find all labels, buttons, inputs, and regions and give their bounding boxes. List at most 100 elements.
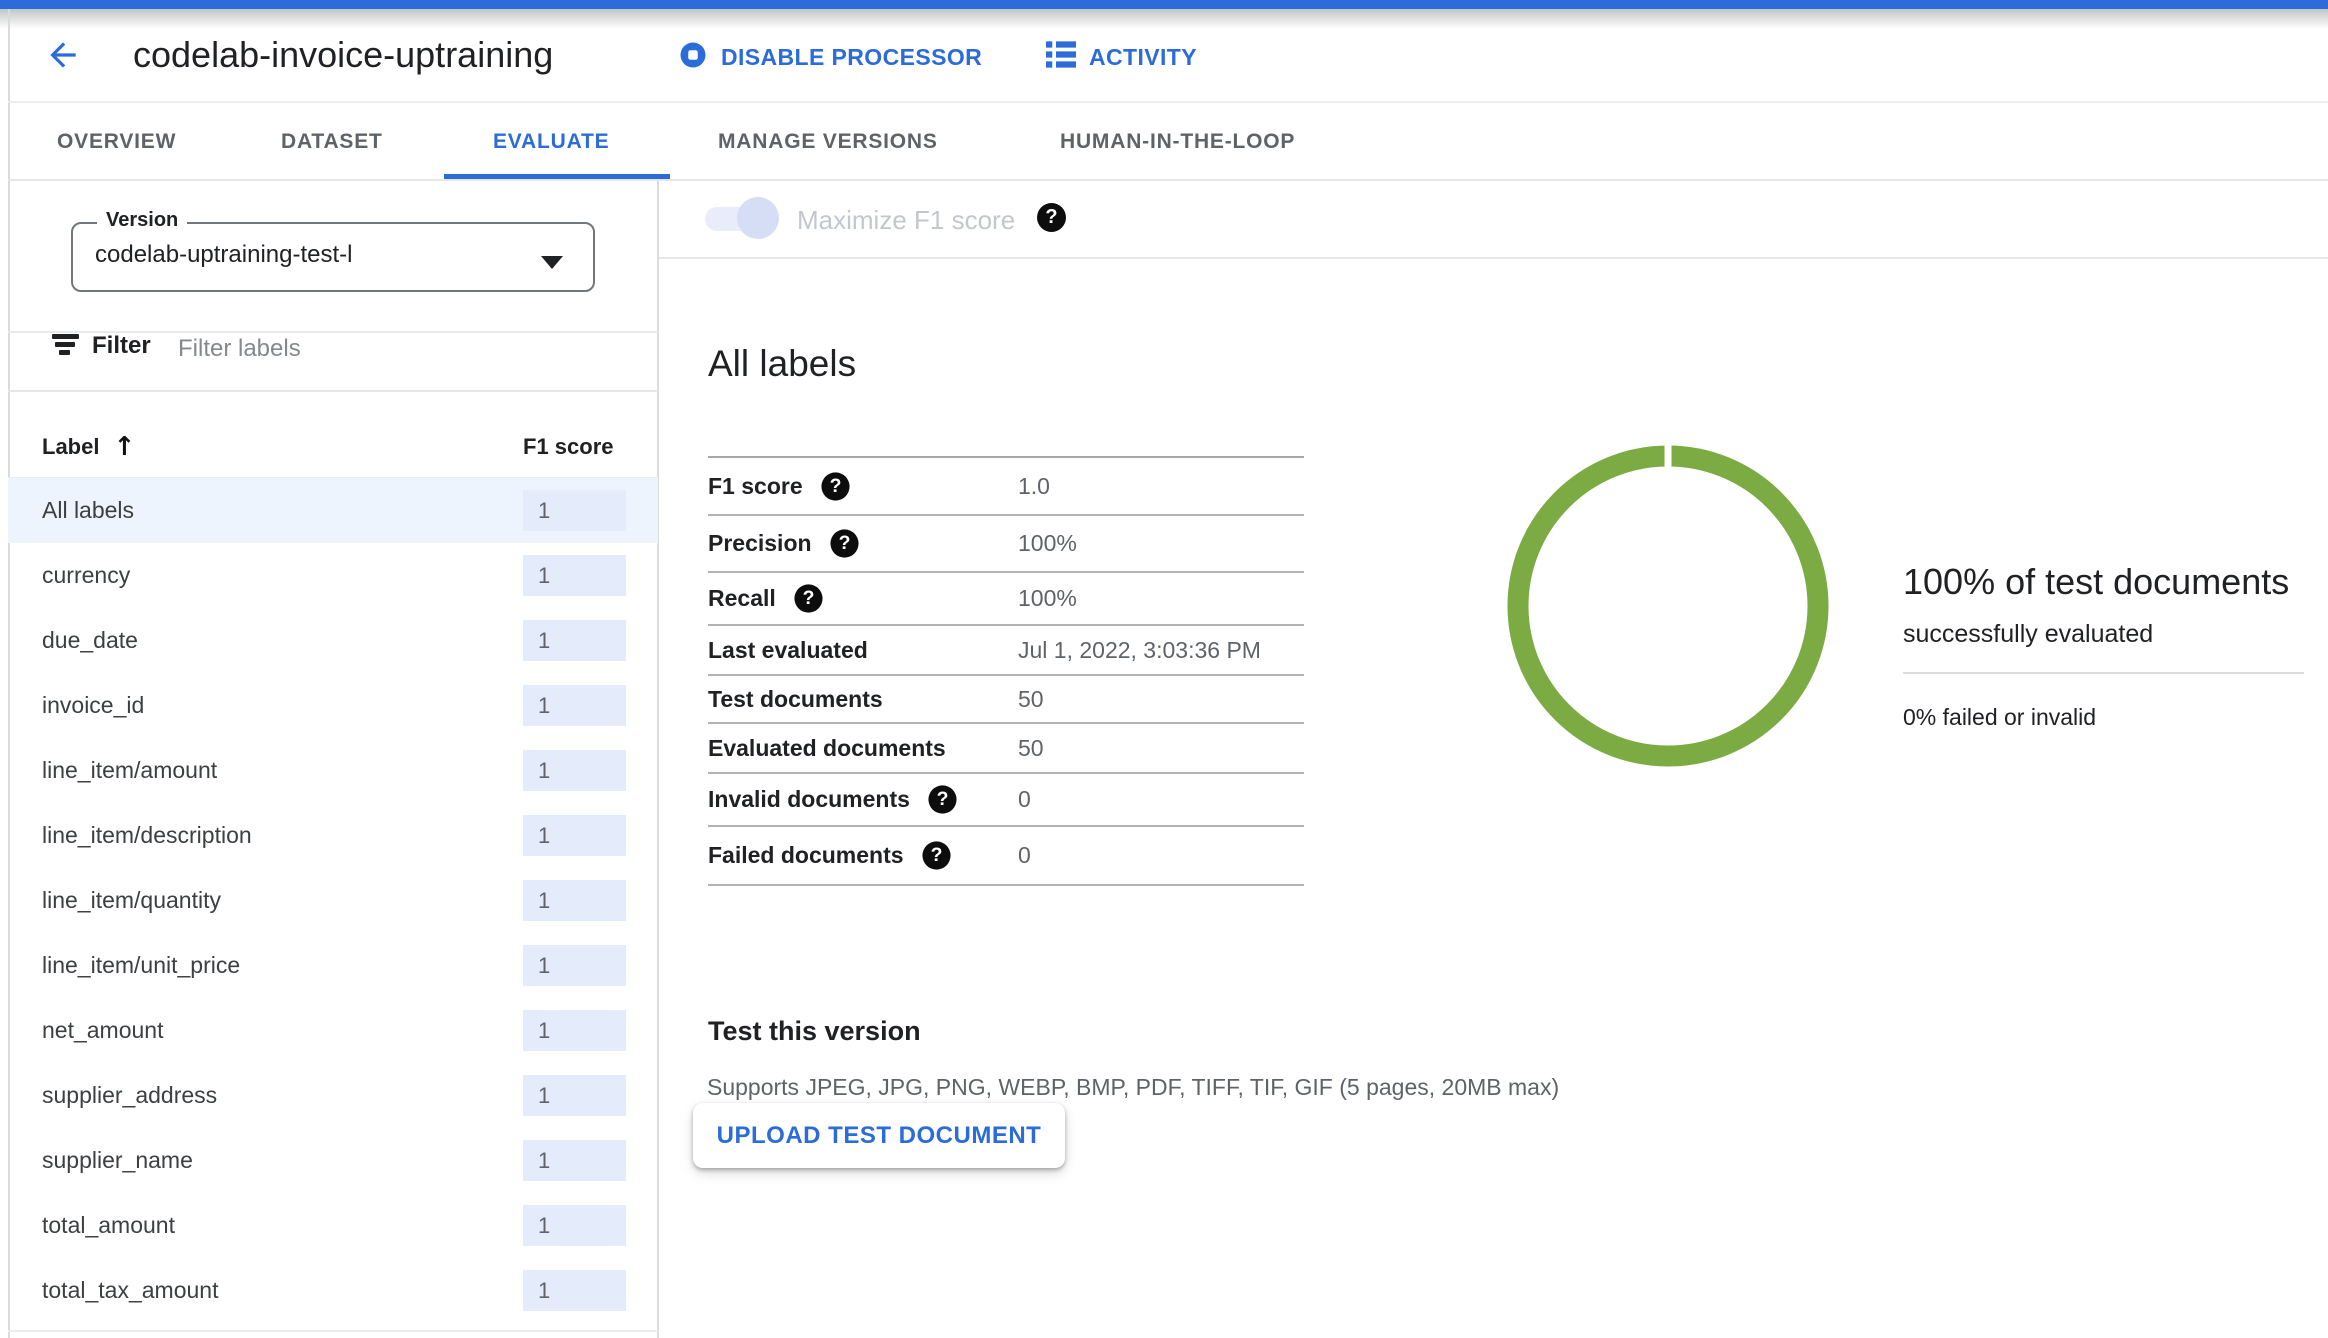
- donut-summary: 100% of test documents successfully eval…: [1903, 560, 2328, 731]
- metric-label: Recall: [708, 585, 776, 612]
- back-button[interactable]: [44, 38, 82, 76]
- header-divider: [8, 101, 2328, 103]
- help-icon[interactable]: [830, 529, 858, 557]
- f1-score-chip: 1: [523, 1205, 626, 1246]
- table-row[interactable]: invoice_id 1: [8, 673, 658, 738]
- table-row[interactable]: supplier_name 1: [8, 1128, 658, 1193]
- f1-score-column-header[interactable]: F1 score: [523, 434, 614, 460]
- main-divider: [659, 257, 2328, 259]
- table-row[interactable]: line_item/amount 1: [8, 738, 658, 803]
- filter-icon: [51, 332, 80, 362]
- f1-score-chip: 1: [523, 1075, 626, 1116]
- table-row[interactable]: net_amount 1: [8, 998, 658, 1063]
- table-row[interactable]: currency 1: [8, 543, 658, 608]
- donut-failed-label: 0% failed or invalid: [1903, 704, 2328, 731]
- row-label: total_amount: [42, 1212, 175, 1239]
- row-label: All labels: [42, 497, 134, 524]
- tab-evaluate[interactable]: EVALUATE: [493, 130, 609, 154]
- f1-score-chip: 1: [523, 620, 626, 661]
- top-accent-bar: [0, 0, 2328, 9]
- row-label: supplier_address: [42, 1082, 217, 1109]
- tab-dataset[interactable]: DATASET: [281, 130, 383, 154]
- help-icon[interactable]: [928, 785, 956, 813]
- page-title: codelab-invoice-uptraining: [133, 33, 553, 77]
- f1-score-chip: 1: [523, 880, 626, 921]
- metric-value: 0: [1018, 842, 1031, 869]
- metric-row: Invalid documents 0: [708, 774, 1304, 827]
- filter-labels-input[interactable]: [176, 328, 560, 370]
- activity-label: ACTIVITY: [1089, 44, 1197, 71]
- f1-score-chip: 1: [523, 1270, 626, 1311]
- tab-manage-versions[interactable]: MANAGE VERSIONS: [718, 130, 938, 154]
- metric-label: Test documents: [708, 686, 883, 713]
- activity-button[interactable]: ACTIVITY: [1046, 39, 1197, 75]
- metric-row: Precision 100%: [708, 516, 1304, 573]
- section-title: All labels: [708, 341, 856, 387]
- tab-human-in-the-loop[interactable]: HUMAN-IN-THE-LOOP: [1060, 130, 1295, 154]
- row-label: invoice_id: [42, 692, 144, 719]
- metric-label: Last evaluated: [708, 637, 868, 664]
- help-icon[interactable]: [794, 584, 822, 612]
- test-version-supports: Supports JPEG, JPG, PNG, WEBP, BMP, PDF,…: [707, 1074, 1559, 1101]
- f1-score-chip: 1: [523, 750, 626, 791]
- table-row[interactable]: total_amount 1: [8, 1193, 658, 1258]
- version-select-value: codelab-uptraining-test-l: [95, 222, 352, 288]
- f1-score-chip: 1: [523, 945, 626, 986]
- metrics-table: F1 score 1.0 Precision 100% Recall 100% …: [708, 456, 1304, 886]
- row-label: line_item/description: [42, 822, 252, 849]
- sidebar-bottom-divider: [8, 1330, 658, 1332]
- maximize-f1-toggle[interactable]: [705, 197, 779, 239]
- metric-row: F1 score 1.0: [708, 458, 1304, 516]
- maximize-f1-label: Maximize F1 score: [797, 205, 1015, 236]
- row-label: line_item/amount: [42, 757, 217, 784]
- metric-value: 100%: [1018, 530, 1077, 557]
- metric-value: 0: [1018, 786, 1031, 813]
- filter-label: Filter: [92, 332, 151, 360]
- table-row[interactable]: line_item/quantity 1: [8, 868, 658, 933]
- metric-label: Failed documents: [708, 842, 904, 869]
- help-icon[interactable]: [821, 472, 849, 500]
- topbar-shadow: [0, 9, 2328, 29]
- metric-label: Invalid documents: [708, 786, 910, 813]
- metric-label: Evaluated documents: [708, 735, 946, 762]
- metric-value: 100%: [1018, 585, 1077, 612]
- tab-overview[interactable]: OVERVIEW: [57, 130, 176, 154]
- table-row[interactable]: total_tax_amount 1: [8, 1258, 658, 1323]
- row-label: supplier_name: [42, 1147, 193, 1174]
- label-column-header[interactable]: Label ↑: [42, 432, 135, 462]
- table-row[interactable]: line_item/description 1: [8, 803, 658, 868]
- upload-test-document-button[interactable]: UPLOAD TEST DOCUMENT: [693, 1103, 1065, 1168]
- donut-chart: [1506, 444, 1830, 773]
- metric-value: 50: [1018, 686, 1044, 713]
- table-row[interactable]: All labels 1: [8, 478, 658, 543]
- f1-score-chip: 1: [523, 490, 626, 531]
- row-label: currency: [42, 562, 130, 589]
- row-label: net_amount: [42, 1017, 163, 1044]
- processor-evaluate-page: codelab-invoice-uptraining DISABLE PROCE…: [0, 0, 2328, 1338]
- metric-row: Failed documents 0: [708, 827, 1304, 886]
- arrow-back-icon: [44, 36, 82, 79]
- sort-ascending-icon: ↑: [113, 432, 135, 462]
- row-label: line_item/unit_price: [42, 952, 240, 979]
- metric-value: Jul 1, 2022, 3:03:36 PM: [1018, 637, 1261, 664]
- metric-row: Last evaluated Jul 1, 2022, 3:03:36 PM: [708, 626, 1304, 676]
- donut-subtitle: successfully evaluated: [1903, 619, 2328, 649]
- activity-list-icon: [1046, 41, 1076, 73]
- stop-circle-icon: [678, 40, 708, 75]
- metric-row: Recall 100%: [708, 573, 1304, 626]
- f1-score-chip: 1: [523, 1010, 626, 1051]
- disable-processor-button[interactable]: DISABLE PROCESSOR: [678, 39, 982, 75]
- help-icon[interactable]: [1037, 203, 1066, 232]
- divider: [8, 390, 658, 392]
- metric-label: F1 score: [708, 473, 803, 500]
- row-label: line_item/quantity: [42, 887, 221, 914]
- row-label: total_tax_amount: [42, 1277, 218, 1304]
- table-row[interactable]: due_date 1: [8, 608, 658, 673]
- toggle-thumb: [737, 197, 779, 239]
- disable-processor-label: DISABLE PROCESSOR: [721, 44, 982, 71]
- metric-row: Evaluated documents 50: [708, 724, 1304, 774]
- table-row[interactable]: line_item/unit_price 1: [8, 933, 658, 998]
- help-icon[interactable]: [922, 841, 950, 869]
- tabbar-divider: [8, 179, 2328, 181]
- table-row[interactable]: supplier_address 1: [8, 1063, 658, 1128]
